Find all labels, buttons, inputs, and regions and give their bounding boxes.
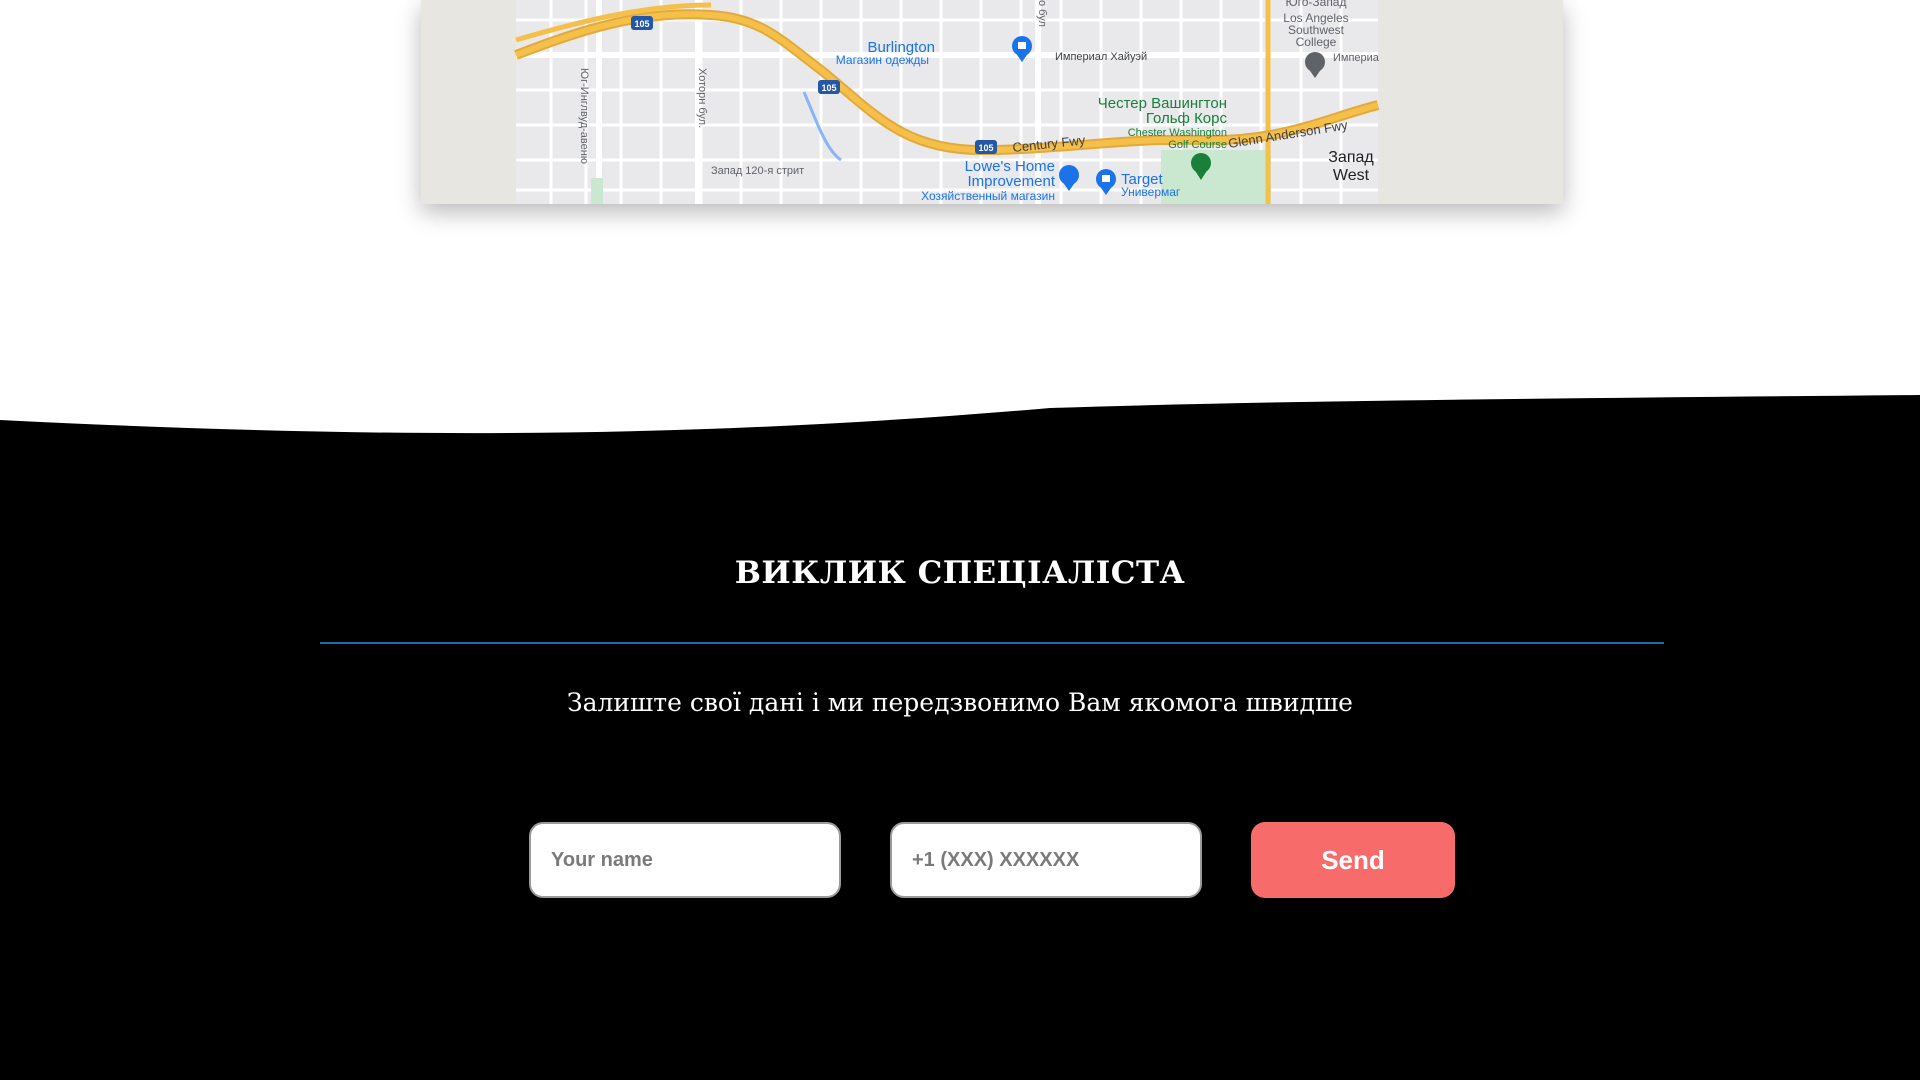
map-label-lowes-2[interactable]: Improvement	[967, 173, 1055, 190]
map-label-burlington-sub: Магазин одежды	[836, 53, 929, 67]
map-label-la-sw-4: College	[1296, 35, 1337, 49]
map-label-chester-ru-2: Гольф Корс	[1146, 110, 1228, 127]
map-label-inglewood: Юг-Инглвуд-авеню	[578, 68, 590, 164]
shield-105-icon: 105	[631, 16, 653, 30]
wave-divider	[0, 395, 1920, 480]
send-button[interactable]: Send	[1251, 822, 1455, 898]
map-label-imperial: Империал Хайуэй	[1055, 51, 1147, 63]
map-label-la-sw-1: Юго-Запад	[1285, 0, 1346, 9]
title-divider	[320, 642, 1664, 644]
park-small	[591, 178, 603, 204]
contact-subtitle: Залиште свої дані і ми передзвонимо Вам …	[567, 688, 1353, 717]
name-input[interactable]	[529, 822, 841, 898]
map-label-blvd-top: о бул	[1036, 0, 1048, 27]
shield-105-icon: 105	[975, 140, 997, 154]
map-label-imperial-right: Империа	[1333, 52, 1380, 64]
svg-text:105: 105	[978, 143, 993, 153]
map-label-chester-en-1: Chester Washington	[1128, 127, 1227, 139]
shield-105-icon: 105	[818, 80, 840, 94]
map-label-target-sub: Универмаг	[1121, 185, 1181, 199]
contact-title: ВИКЛИК СПЕЦІАЛІСТА	[734, 555, 1186, 591]
phone-input[interactable]	[890, 822, 1202, 898]
map-label-chester-en-2: Golf Course	[1168, 139, 1227, 151]
map-embed[interactable]: 105 105 105 Burlington Магазин одежды Им…	[421, 0, 1563, 204]
svg-text:105: 105	[821, 83, 836, 93]
map-label-hawthorne: Хоторн бул.	[696, 68, 708, 128]
map-label-west-en: West	[1333, 167, 1370, 184]
map-canvas[interactable]: 105 105 105 Burlington Магазин одежды Им…	[421, 0, 1563, 204]
map-label-west-ru: Запад	[1328, 149, 1374, 166]
map-label-lowes-sub: Хозяйственный магазин	[921, 189, 1055, 203]
map-label-west-120: Запад 120-я стрит	[711, 165, 804, 177]
svg-text:105: 105	[634, 19, 649, 29]
